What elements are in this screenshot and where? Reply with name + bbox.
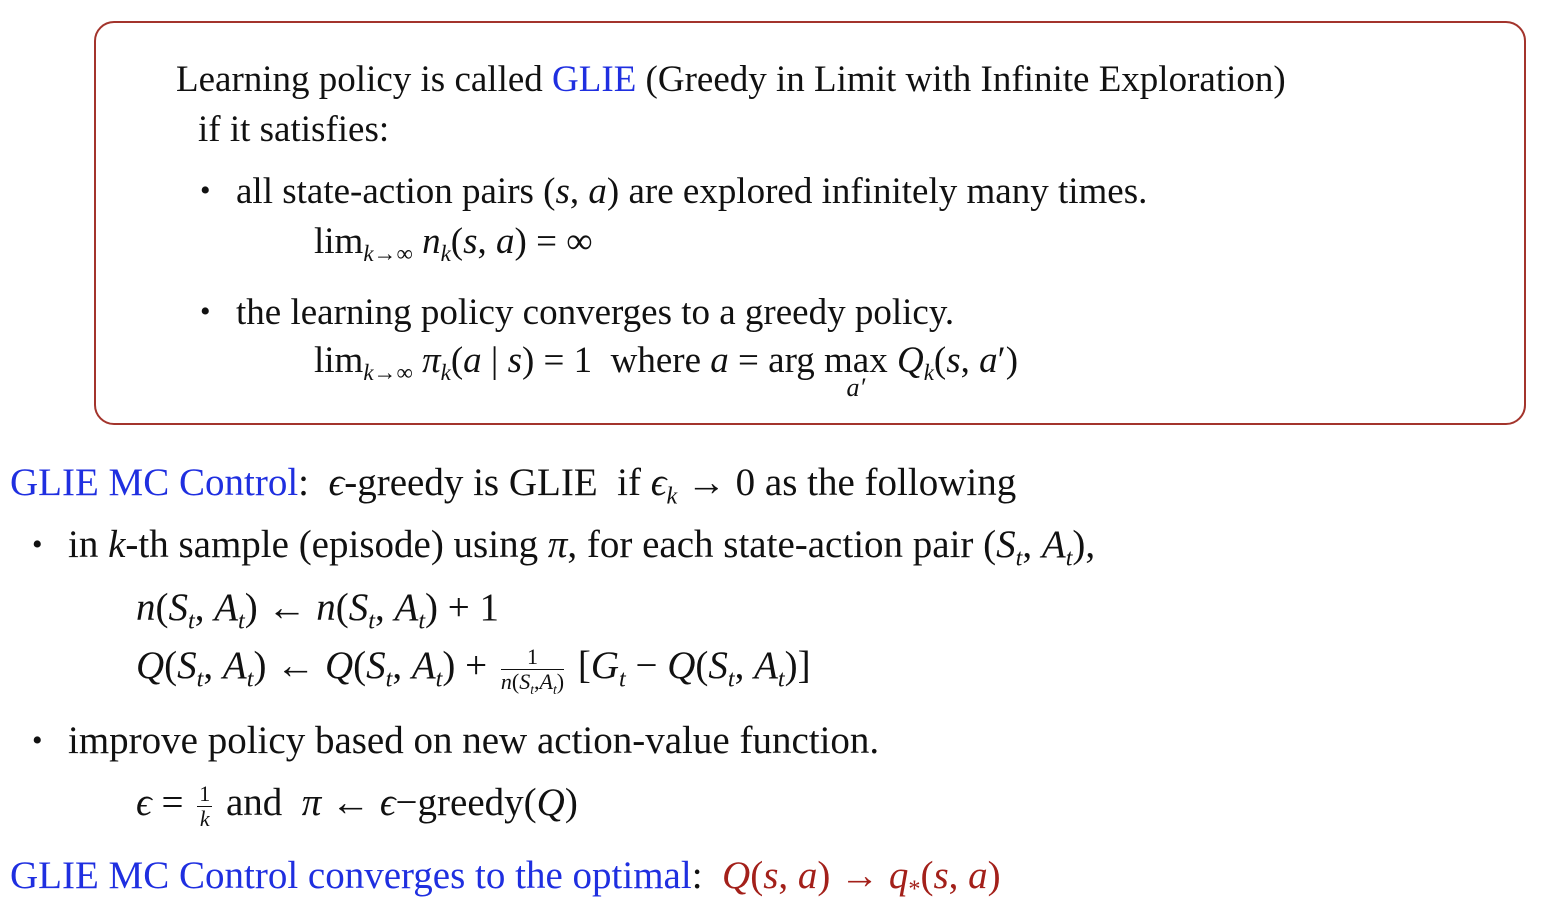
conclusion-formula: Q(s, a) → q*(s, a) (722, 854, 1001, 903)
definition-bullet1: all state-action pairs (s, a) are explor… (236, 171, 1148, 212)
mc-control-heading: GLIE MC Control: ϵ-greedy is GLIE if ϵk … (10, 461, 1017, 510)
formula-policy-update: ϵ = 1k and π ← ϵ−greedy(Q) (136, 780, 578, 831)
formula-greedy-limit: limk→∞ πk(a | s) = 1 where a = arg max a′… (314, 340, 1019, 402)
definition-intro: Learning policy is called GLIE (Greedy i… (176, 58, 1286, 101)
step-size-fraction: 1 n(St,At) (500, 643, 565, 697)
conclusion-colon: : (691, 854, 703, 897)
bullet-marker: • (32, 724, 43, 757)
glie-term: GLIE (552, 59, 637, 100)
definition-intro-line2: if it satisfies: (198, 109, 390, 150)
argmax-subscript: a′ (846, 373, 866, 402)
mc-bullet1: in k-th sample (episode) using π, for ea… (68, 523, 1096, 572)
conclusion-text: GLIE MC Control converges to the optimal (10, 854, 692, 897)
formula-visit-count-limit: limk→∞ nk(s, a) = ∞ (314, 221, 593, 267)
mc-bullet2: improve policy based on new action-value… (68, 719, 880, 762)
intro-text-expansion: (Greedy in Limit with Infinite Explorati… (636, 59, 1286, 100)
epsilon-fraction: 1k (197, 780, 213, 831)
bullet-marker: • (200, 295, 211, 328)
bullet-marker: • (32, 528, 43, 561)
formula-count-update: n(St, At) ← n(St, At) + 1 (136, 586, 500, 635)
mc-control-title: GLIE MC Control (10, 461, 299, 504)
intro-text: Learning policy is called (176, 59, 553, 100)
bullet-marker: • (200, 174, 211, 207)
conclusion: GLIE MC Control converges to the optimal… (10, 853, 1001, 903)
formula-q-update: Q(St, At) ← Q(St, At) + 1 n(St,At) [Gt − … (136, 643, 811, 697)
definition-bullet2: the learning policy converges to a greed… (236, 292, 955, 333)
